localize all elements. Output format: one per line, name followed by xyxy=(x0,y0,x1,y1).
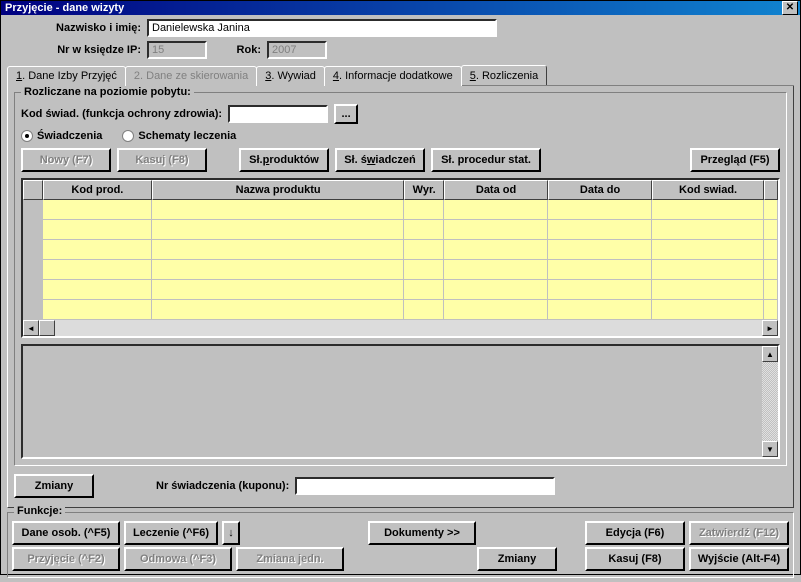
sl-swiadczen-button[interactable]: Sł. świadczeń xyxy=(335,148,425,172)
scroll-left-icon[interactable]: ◄ xyxy=(23,320,39,336)
col-nazwa[interactable]: Nazwa produktu xyxy=(152,180,404,200)
tab-dane-skierowania: 2. Dane ze skierowania xyxy=(125,66,257,86)
edycja-button[interactable]: Edycja (F6) xyxy=(585,521,685,545)
kod-swiad-field[interactable] xyxy=(228,105,328,123)
rok-label: Rok: xyxy=(207,44,267,56)
table-row[interactable] xyxy=(23,300,778,320)
zmiany-button[interactable]: Zmiany xyxy=(14,474,94,498)
col-wyr[interactable]: Wyr. xyxy=(404,180,444,200)
leczenie-button[interactable]: Leczenie (^F6) xyxy=(124,521,218,545)
nr-swiadczenia-field[interactable] xyxy=(295,477,555,495)
dane-osob-button[interactable]: Dane osob. (^F5) xyxy=(12,521,120,545)
table-row[interactable] xyxy=(23,240,778,260)
titlebar: Przyjęcie - dane wizyty ✕ xyxy=(1,1,800,15)
groupbox-legend: Rozliczane na poziomie pobytu: xyxy=(21,86,194,98)
col-dataod[interactable]: Data od xyxy=(444,180,548,200)
table-row[interactable] xyxy=(23,200,778,220)
col-kod-prod[interactable]: Kod prod. xyxy=(43,180,152,200)
col-kodswiad[interactable]: Kod swiad. xyxy=(652,180,764,200)
zmiany2-button[interactable]: Zmiany xyxy=(477,547,557,571)
data-table[interactable]: Kod prod. Nazwa produktu Wyr. Data od Da… xyxy=(21,178,780,338)
name-label: Nazwisko i imię: xyxy=(7,22,147,34)
table-row[interactable] xyxy=(23,220,778,240)
radio-swiadczenia[interactable]: Świadczenia xyxy=(21,130,102,142)
scroll-down-icon[interactable]: ▼ xyxy=(762,441,778,457)
zmiana-jedn-button: Zmiana jedn. xyxy=(236,547,344,571)
zatwierdz-button: Zatwierdź (F12) xyxy=(689,521,789,545)
kod-swiad-label: Kod świad. (funkcja ochrony zdrowia): xyxy=(21,108,222,120)
nr-swiadczenia-label: Nr świadczenia (kuponu): xyxy=(156,480,289,492)
vertical-scrollbar[interactable]: ▲ ▼ xyxy=(762,346,778,457)
leczenie-dropdown-icon[interactable]: ↓ xyxy=(222,521,240,545)
tab-strip: 1. Dane Izby Przyjęć 2. Dane ze skierowa… xyxy=(7,65,794,86)
wyjscie-button[interactable]: Wyjście (Alt-F4) xyxy=(689,547,789,571)
przeglad-button[interactable]: Przegląd (F5) xyxy=(690,148,780,172)
scroll-thumb[interactable] xyxy=(39,320,55,336)
funkcje-group: Funkcje: Dane osob. (^F5) Leczenie (^F6)… xyxy=(7,512,794,578)
sl-procedur-button[interactable]: Sł. procedur stat. xyxy=(431,148,541,172)
tab-wywiad[interactable]: 3. Wywiad xyxy=(256,66,325,86)
kod-swiad-lookup-button[interactable]: ... xyxy=(334,104,358,124)
nr-field: 15 xyxy=(147,41,207,59)
funkcje-legend: Funkcje: xyxy=(14,505,65,517)
horizontal-scrollbar[interactable]: ◄ ► xyxy=(23,320,778,336)
col-datado[interactable]: Data do xyxy=(548,180,652,200)
rok-field: 2007 xyxy=(267,41,327,59)
tab-informacje[interactable]: 4. Informacje dodatkowe xyxy=(324,66,462,86)
tab-rozliczenia[interactable]: 5. Rozliczenia xyxy=(461,65,547,85)
odmowa-button: Odmowa (^F3) xyxy=(124,547,232,571)
close-icon[interactable]: ✕ xyxy=(782,1,798,15)
table-row[interactable] xyxy=(23,260,778,280)
window-title: Przyjęcie - dane wizyty xyxy=(3,2,782,14)
scroll-up-icon[interactable]: ▲ xyxy=(762,346,778,362)
table-row[interactable] xyxy=(23,280,778,300)
memo-area[interactable] xyxy=(23,346,762,457)
name-field[interactable]: Danielewska Janina xyxy=(147,19,497,37)
kasuj2-button[interactable]: Kasuj (F8) xyxy=(585,547,685,571)
scroll-right-icon[interactable]: ► xyxy=(762,320,778,336)
tab-dane-izby[interactable]: 1. Dane Izby Przyjęć xyxy=(7,66,126,86)
przyjecie-button: Przyjęcie (^F2) xyxy=(12,547,120,571)
nowy-button: Nowy (F7) xyxy=(21,148,111,172)
nr-label: Nr w księdze IP: xyxy=(7,44,147,56)
radio-schematy[interactable]: Schematy leczenia xyxy=(122,130,236,142)
sl-produktow-button[interactable]: Sł. produktów xyxy=(239,148,329,172)
dokumenty-button[interactable]: Dokumenty >> xyxy=(368,521,476,545)
kasuj-button: Kasuj (F8) xyxy=(117,148,207,172)
